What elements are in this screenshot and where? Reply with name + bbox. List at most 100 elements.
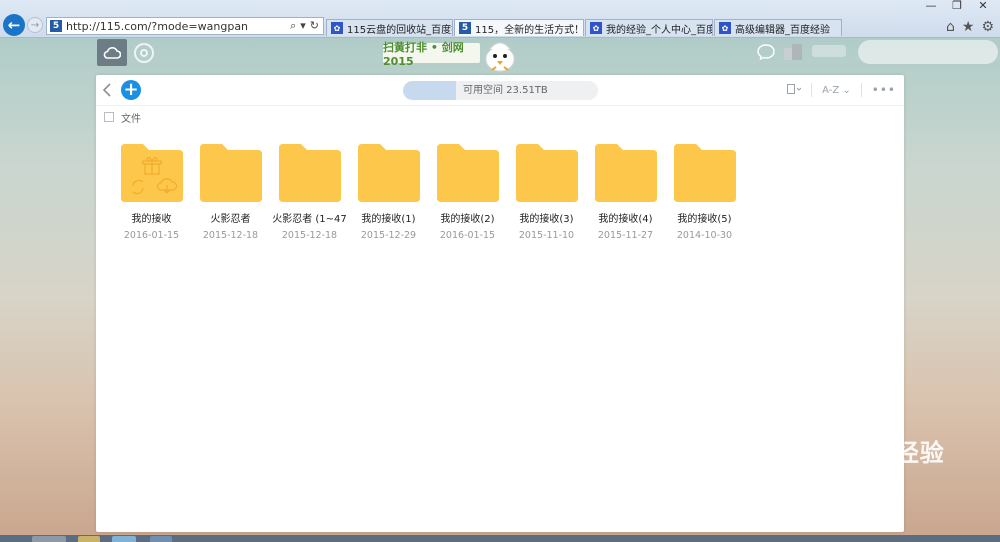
watermark-brand-suffix: du [843, 431, 891, 469]
file-date: 2015-12-18 [281, 230, 338, 241]
chevron-left-icon[interactable] [102, 83, 112, 97]
favorites-star-icon[interactable]: ★ [962, 19, 975, 35]
browser-toolbar-icons: ⌂ ★ ⚙ [946, 19, 994, 35]
paw-icon: ✿ [821, 439, 844, 467]
promo-banner[interactable]: 扫黄打非 • 剑网2015 [383, 41, 480, 68]
storage-quota-bar: 可用空间 23.51TB [403, 81, 598, 100]
paw-icon: ✿ [590, 22, 602, 34]
avatar[interactable] [782, 42, 804, 62]
file-grid: 我的接收 2016-01-15 火影忍者 2015-12-18 火影忍者 (1~… [112, 142, 744, 241]
home-icon[interactable]: ⌂ [946, 19, 955, 35]
cloud-nav-button[interactable] [97, 39, 127, 66]
panel-toolbar: + 可用空间 23.51TB A-Z ⌄ ••• [96, 75, 904, 106]
tab-label: 我的经验_个人中心_百度经验 [606, 24, 712, 36]
tab-baidu-search[interactable]: ✿ 115云盘的回收站_百度搜索 [326, 19, 453, 36]
ring-icon [140, 49, 148, 57]
file-name[interactable]: 火影忍者 (1~47 [270, 210, 349, 225]
file-item[interactable]: 我的接收(4) 2015-11-27 [586, 142, 665, 241]
cloud-icon [103, 46, 121, 59]
file-item[interactable]: 我的接收(1) 2015-12-29 [349, 142, 428, 241]
refresh-icon[interactable]: ↻ [310, 19, 319, 33]
paw-icon: ✿ [719, 22, 731, 34]
taskbar-item[interactable] [78, 536, 100, 542]
arrow-right-icon: → [30, 19, 40, 31]
file-date: 2015-12-18 [202, 230, 259, 241]
watermark-brand: Bai [762, 431, 822, 469]
plus-icon: + [123, 79, 139, 100]
115-icon: 5 [459, 22, 471, 34]
file-name[interactable]: 我的接收(1) [349, 210, 428, 225]
address-bar[interactable]: 5 http://115.com/?mode=wangpan ⌕ ▾ ↻ [46, 17, 324, 35]
file-name[interactable]: 火影忍者 [191, 210, 270, 225]
tab-label: 高级编辑器_百度经验 [735, 24, 830, 36]
file-date: 2015-11-10 [518, 230, 575, 241]
file-date: 2014-10-30 [676, 230, 733, 241]
file-date: 2016-01-15 [439, 230, 496, 241]
file-date: 2015-11-27 [597, 230, 654, 241]
chat-bubble-icon[interactable] [757, 44, 775, 60]
watermark-cn: 经验 [894, 439, 945, 467]
view-mode-button[interactable] [787, 83, 802, 97]
quota-fill [403, 81, 456, 100]
baidu-jingyan-watermark: Bai✿du 经验 jingyan.baidu.com [762, 433, 945, 485]
file-item[interactable]: 火影忍者 (1~47 2015-12-18 [270, 142, 349, 241]
folder-icon [673, 144, 736, 202]
folder-icon [278, 144, 341, 202]
taskbar-item[interactable] [112, 536, 136, 542]
gear-icon[interactable]: ⚙ [981, 19, 994, 35]
file-item[interactable]: 我的接收(3) 2015-11-10 [507, 142, 586, 241]
back-button[interactable]: ← [3, 14, 25, 36]
taskbar-item[interactable] [150, 536, 172, 542]
tab-strip: ✿ 115云盘的回收站_百度搜索 5 115，全新的生活方式！ × ✿ 我的经验… [326, 19, 843, 36]
115-favicon-icon: 5 [50, 20, 62, 32]
file-name[interactable]: 我的接收(2) [428, 210, 507, 225]
select-all-checkbox[interactable] [104, 112, 114, 122]
circle-nav-button[interactable] [134, 43, 154, 63]
tab-label: 115云盘的回收站_百度搜索 [347, 24, 452, 36]
maximize-button[interactable]: ❐ [944, 0, 970, 12]
tab-my-experience[interactable]: ✿ 我的经验_个人中心_百度经验 [585, 19, 713, 36]
file-name[interactable]: 我的接收(5) [665, 210, 744, 225]
search-input[interactable] [858, 40, 998, 64]
add-button[interactable]: + [121, 80, 141, 100]
username-redacted[interactable] [812, 45, 846, 57]
close-window-button[interactable]: ✕ [970, 0, 996, 12]
file-item[interactable]: 我的接收(2) 2016-01-15 [428, 142, 507, 241]
taskbar-item[interactable] [32, 536, 66, 542]
more-options-icon[interactable]: ••• [872, 83, 896, 97]
arrow-left-icon: ← [7, 16, 21, 34]
file-name[interactable]: 我的接收(3) [507, 210, 586, 225]
watermark-url: jingyan.baidu.com [772, 470, 901, 485]
folder-icon [357, 144, 420, 202]
minimize-button[interactable]: — [918, 0, 944, 12]
gift-folder-icon [120, 144, 183, 202]
paw-icon: ✿ [331, 22, 343, 34]
folder-icon [199, 144, 262, 202]
chevron-down-icon: ⌄ [842, 84, 851, 96]
tab-advanced-editor[interactable]: ✿ 高级编辑器_百度经验 [714, 19, 842, 36]
copy-view-icon [787, 83, 802, 94]
search-icon[interactable]: ⌕ [290, 19, 296, 33]
window-controls: — ❐ ✕ [918, 0, 996, 12]
sort-button[interactable]: A-Z ⌄ [822, 85, 851, 96]
file-item[interactable]: 我的接收 2016-01-15 [112, 142, 191, 241]
bird-mascot-icon [485, 42, 515, 72]
file-name[interactable]: 我的接收(4) [586, 210, 665, 225]
file-date: 2016-01-15 [123, 230, 180, 241]
select-all-row: 文件 [96, 106, 904, 128]
file-item[interactable]: 我的接收(5) 2014-10-30 [665, 142, 744, 241]
dropdown-icon[interactable]: ▾ [300, 19, 306, 33]
file-item[interactable]: 火影忍者 2015-12-18 [191, 142, 270, 241]
quota-label: 可用空间 23.51TB [463, 85, 548, 96]
select-all-label: 文件 [121, 114, 141, 125]
tab-115[interactable]: 5 115，全新的生活方式！ × [454, 19, 584, 36]
view-options: A-Z ⌄ ••• [787, 83, 896, 97]
address-text[interactable]: http://115.com/?mode=wangpan [66, 20, 290, 33]
file-date: 2015-12-29 [360, 230, 417, 241]
file-name[interactable]: 我的接收 [112, 210, 191, 225]
toolbar-divider [811, 83, 813, 97]
browser-chrome: — ❐ ✕ ← → 5 http://115.com/?mode=wangpan… [0, 0, 1000, 38]
forward-button[interactable]: → [27, 17, 43, 33]
folder-icon [436, 144, 499, 202]
app-top-bar: 扫黄打非 • 剑网2015 [0, 38, 1000, 72]
